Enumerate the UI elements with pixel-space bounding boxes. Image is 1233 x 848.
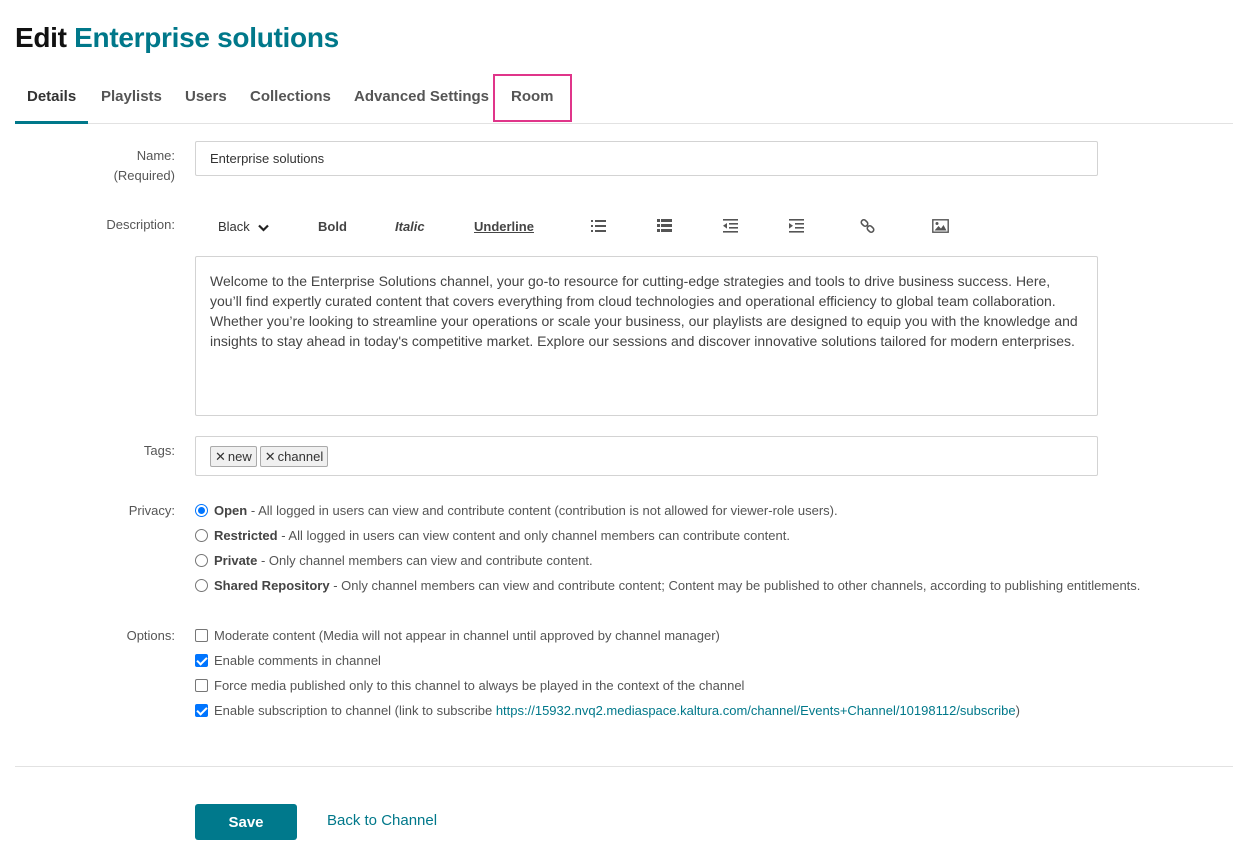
- tag-chip: ✕ new: [210, 446, 257, 467]
- radio-button[interactable]: [195, 504, 208, 517]
- radio-button[interactable]: [195, 579, 208, 592]
- tab-users[interactable]: Users: [185, 74, 227, 124]
- tags-label: Tags:: [143, 443, 175, 458]
- link-icon[interactable]: [860, 212, 878, 242]
- privacy-option-restricted[interactable]: Restricted - All logged in users can vie…: [195, 526, 790, 546]
- tab-room[interactable]: Room: [493, 74, 572, 122]
- tab-playlists[interactable]: Playlists: [101, 74, 162, 124]
- numbered-list-icon[interactable]: [657, 212, 675, 242]
- options-label: Options:: [126, 628, 175, 643]
- subscribe-link[interactable]: https://15932.nvq2.mediaspace.kaltura.co…: [496, 703, 1016, 718]
- privacy-label: Privacy:: [128, 503, 175, 518]
- indent-icon[interactable]: [789, 212, 807, 242]
- radio-button[interactable]: [195, 554, 208, 567]
- remove-tag-icon[interactable]: ✕: [215, 449, 226, 464]
- page-title-prefix: Edit: [15, 22, 67, 53]
- save-button[interactable]: Save: [195, 804, 297, 840]
- option-enable-subscription[interactable]: Enable subscription to channel (link to …: [195, 701, 1020, 721]
- description-editor[interactable]: Welcome to the Enterprise Solutions chan…: [195, 256, 1098, 416]
- tab-details[interactable]: Details: [15, 74, 89, 124]
- privacy-option-open[interactable]: Open - All logged in users can view and …: [195, 501, 838, 521]
- divider: [15, 766, 1233, 767]
- name-label: Name: (Required): [15, 146, 175, 186]
- privacy-option-shared-repository[interactable]: Shared Repository - Only channel members…: [195, 576, 1140, 596]
- italic-button[interactable]: Italic: [395, 212, 425, 242]
- checkbox[interactable]: [195, 654, 208, 667]
- back-to-channel-link[interactable]: Back to Channel: [327, 812, 437, 829]
- underline-button[interactable]: Underline: [474, 212, 534, 242]
- channel-name-title: Enterprise solutions: [74, 22, 339, 53]
- bulleted-list-icon[interactable]: [591, 212, 609, 242]
- editor-toolbar: Black Bold Italic Underline: [195, 212, 1098, 242]
- description-label: Description:: [106, 217, 175, 232]
- checkbox[interactable]: [195, 629, 208, 642]
- tab-advanced-settings[interactable]: Advanced Settings: [354, 74, 489, 124]
- page-title: Edit Enterprise solutions: [15, 22, 339, 54]
- image-icon[interactable]: [932, 212, 950, 242]
- checkbox[interactable]: [195, 679, 208, 692]
- privacy-option-private[interactable]: Private - Only channel members can view …: [195, 551, 593, 571]
- name-required-note: (Required): [113, 168, 175, 183]
- text-color-value: Black: [218, 219, 250, 234]
- tab-collections[interactable]: Collections: [250, 74, 331, 124]
- tag-chip: ✕ channel: [259, 446, 329, 467]
- option-enable-comments[interactable]: Enable comments in channel: [195, 651, 381, 671]
- option-moderate-content[interactable]: Moderate content (Media will not appear …: [195, 626, 720, 646]
- chevron-down-icon: [258, 213, 269, 243]
- option-force-channel-context[interactable]: Force media published only to this chann…: [195, 676, 744, 696]
- text-color-select[interactable]: Black: [218, 212, 269, 242]
- bold-button[interactable]: Bold: [318, 212, 347, 242]
- name-input[interactable]: [195, 141, 1098, 176]
- checkbox[interactable]: [195, 704, 208, 717]
- tags-input[interactable]: ✕ new ✕ channel: [195, 436, 1098, 476]
- radio-button[interactable]: [195, 529, 208, 542]
- outdent-icon[interactable]: [723, 212, 741, 242]
- tab-bar: Details Playlists Users Collections Adva…: [15, 74, 1233, 124]
- remove-tag-icon[interactable]: ✕: [265, 449, 276, 464]
